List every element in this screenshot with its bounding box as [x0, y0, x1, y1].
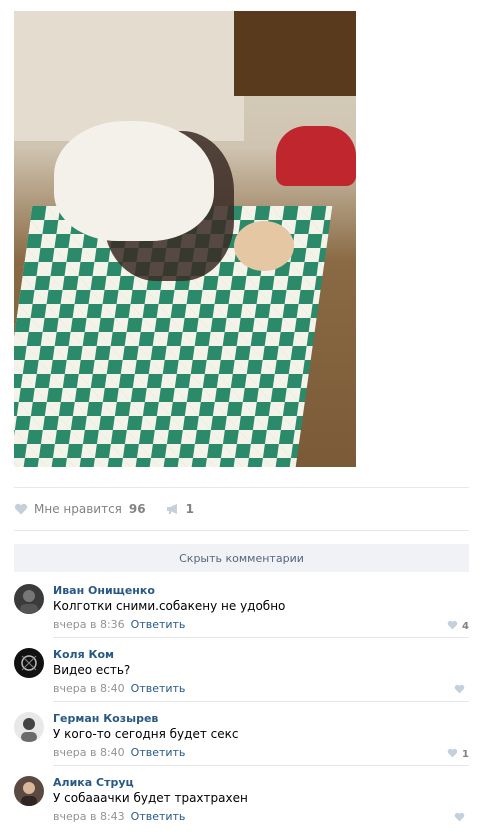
comment-like-button[interactable]: 4 — [447, 620, 469, 633]
reply-button[interactable]: Ответить — [131, 618, 186, 631]
divider — [14, 487, 469, 488]
comment-like-button[interactable]: 1 — [447, 748, 469, 761]
share-button[interactable]: 1 — [166, 502, 194, 516]
comment-time[interactable]: вчера в 8:36 — [53, 618, 125, 631]
comment-author[interactable]: Герман Козырев — [53, 712, 158, 725]
comment-like-count: 4 — [462, 621, 469, 632]
like-label[interactable]: Мне нравится — [34, 502, 122, 516]
avatar[interactable] — [14, 648, 44, 678]
avatar[interactable] — [14, 712, 44, 742]
photo-dog — [54, 121, 214, 241]
comment: Алика Струц У собааачки будет трахтрахен… — [14, 775, 469, 835]
comment-like-count: 1 — [462, 749, 469, 760]
comment-text: Колготки сними.собакену не удобно — [53, 599, 286, 613]
like-count[interactable]: 96 — [129, 502, 146, 516]
post-photo[interactable] — [14, 11, 356, 467]
avatar[interactable] — [14, 584, 44, 614]
divider — [53, 765, 469, 766]
comment-text: У собааачки будет трахтрахен — [53, 791, 248, 805]
post-actions: Мне нравится 96 1 — [14, 500, 194, 518]
comment-meta: вчера в 8:40 Ответить — [53, 746, 185, 759]
heart-icon — [447, 620, 458, 633]
comment-like-button[interactable] — [454, 812, 469, 825]
reply-button[interactable]: Ответить — [131, 810, 186, 823]
comment-time[interactable]: вчера в 8:40 — [53, 746, 125, 759]
comment: Иван Онищенко Колготки сними.собакену не… — [14, 583, 469, 643]
heart-icon[interactable] — [14, 503, 28, 515]
photo-desk — [234, 11, 356, 96]
comment: Коля Ком Видео есть? вчера в 8:40 Ответит… — [14, 647, 469, 707]
comment-author[interactable]: Иван Онищенко — [53, 584, 155, 597]
reply-button[interactable]: Ответить — [131, 746, 186, 759]
heart-icon — [454, 812, 465, 825]
comment: Герман Козырев У кого-то сегодня будет с… — [14, 711, 469, 771]
heart-icon — [454, 684, 465, 697]
divider — [14, 530, 469, 531]
comment-meta: вчера в 8:36 Ответить — [53, 618, 185, 631]
comment-meta: вчера в 8:43 Ответить — [53, 810, 185, 823]
comment-meta: вчера в 8:40 Ответить — [53, 682, 185, 695]
comment-time[interactable]: вчера в 8:40 — [53, 682, 125, 695]
share-count: 1 — [185, 502, 194, 516]
comment-author[interactable]: Коля Ком — [53, 648, 114, 661]
comment-text: Видео есть? — [53, 663, 131, 677]
avatar[interactable] — [14, 776, 44, 806]
comment-author[interactable]: Алика Струц — [53, 776, 134, 789]
divider — [53, 701, 469, 702]
photo-head — [234, 221, 294, 271]
photo-chair — [276, 126, 356, 186]
heart-icon — [447, 748, 458, 761]
reply-button[interactable]: Ответить — [131, 682, 186, 695]
comment-like-button[interactable] — [454, 684, 469, 697]
megaphone-icon — [166, 503, 180, 515]
hide-comments-button[interactable]: Скрыть комментарии — [14, 544, 469, 572]
divider — [53, 637, 469, 638]
comment-time[interactable]: вчера в 8:43 — [53, 810, 125, 823]
comment-text: У кого-то сегодня будет секс — [53, 727, 239, 741]
